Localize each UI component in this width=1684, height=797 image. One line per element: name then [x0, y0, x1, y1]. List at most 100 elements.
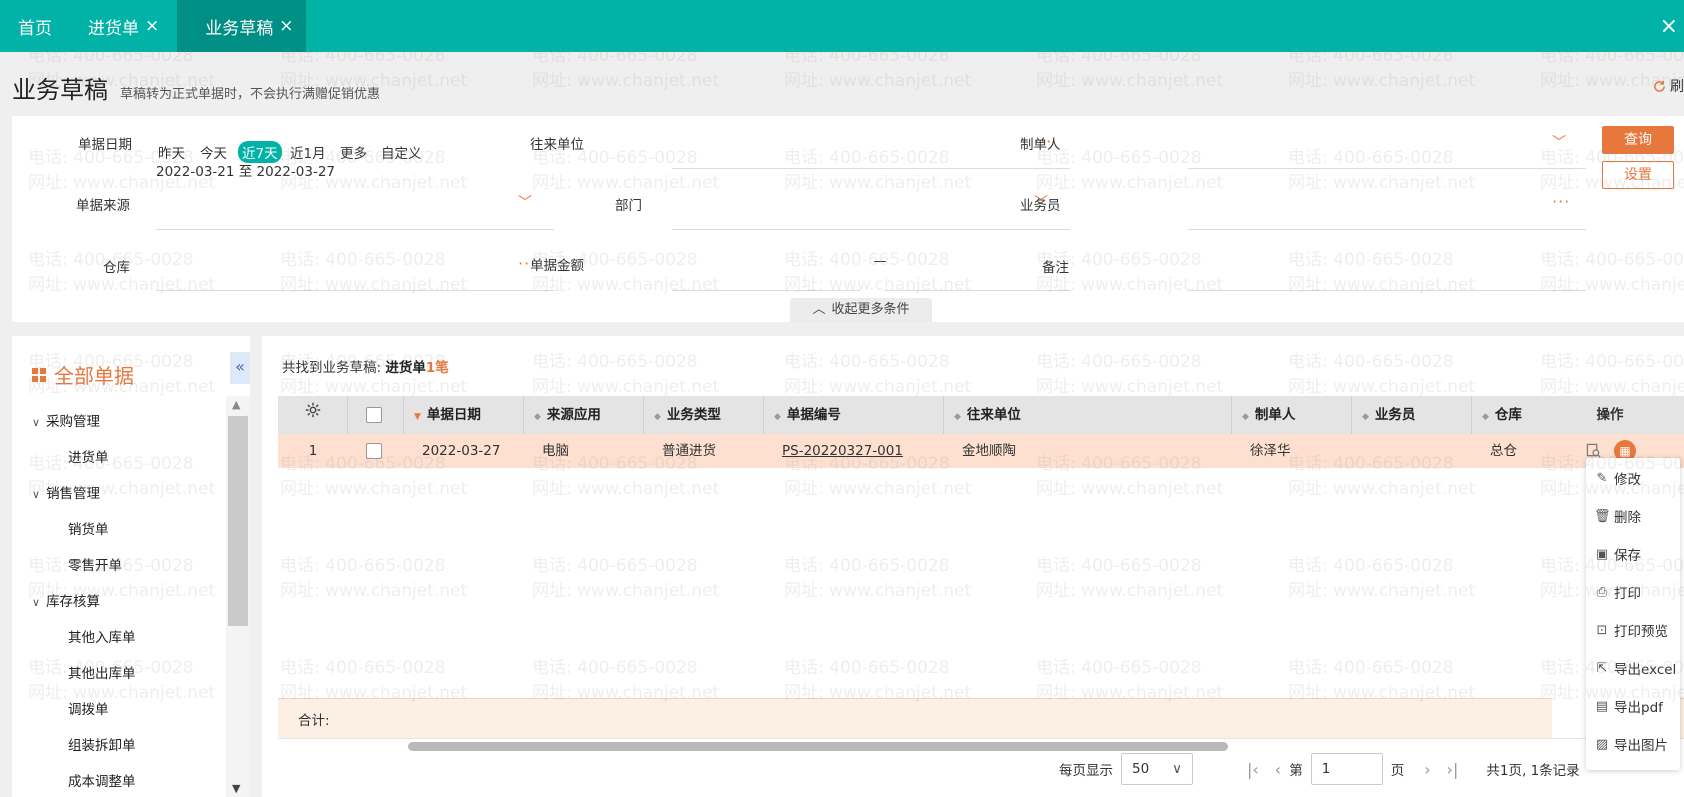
- creator-input[interactable]: [1188, 168, 1586, 169]
- refresh-icon: [1654, 80, 1665, 92]
- tab-business-draft[interactable]: 业务草稿 ×: [177, 0, 306, 52]
- close-all-icon[interactable]: ×: [1660, 14, 1678, 39]
- col-doc-no[interactable]: ◆ 单据编号: [764, 396, 944, 434]
- dept-select[interactable]: [672, 229, 1070, 230]
- row-index: 1: [308, 443, 318, 459]
- sidebar-item-purchase-order[interactable]: 进货单: [68, 446, 109, 466]
- edit-icon: ✎: [1596, 470, 1608, 486]
- chevron-down-icon[interactable]: ﹀: [1552, 132, 1566, 152]
- prev-page-icon[interactable]: ‹: [1275, 760, 1281, 779]
- menu-item-delete[interactable]: 🗑 删除: [1594, 506, 1641, 527]
- scroll-thumb[interactable]: [228, 416, 248, 626]
- source-select[interactable]: [156, 229, 554, 230]
- page-number-input[interactable]: 1: [1310, 753, 1383, 785]
- sidebar-item-other-out[interactable]: 其他出库单: [68, 662, 136, 682]
- salesman-input[interactable]: [1188, 229, 1586, 230]
- refresh-button[interactable]: 刷: [1653, 76, 1684, 96]
- sidebar-title: 全部单据: [32, 360, 134, 389]
- last-page-icon[interactable]: ›|: [1447, 760, 1459, 779]
- menu-item-save[interactable]: ▣ 保存: [1594, 544, 1641, 565]
- col-label: 单据日期: [426, 407, 481, 423]
- partner-input[interactable]: [672, 168, 1070, 169]
- total-row: 合计:: [278, 698, 1684, 738]
- menu-item-export-image[interactable]: ▨ 导出图片: [1594, 734, 1668, 755]
- table-row[interactable]: 1 2022-03-27 电脑 普通进货 PS-20220327-001 金地顺…: [278, 434, 1684, 468]
- amount-min-input[interactable]: [672, 290, 860, 291]
- menu-item-label: 导出excel: [1614, 662, 1677, 678]
- watermark-site: 网址: www.chanjet.net: [532, 71, 720, 91]
- sort-icon: ◆: [654, 412, 661, 422]
- menu-item-export-pdf[interactable]: ▤ 导出pdf: [1594, 696, 1663, 717]
- sidebar-item-retail[interactable]: 零售开单: [68, 554, 122, 574]
- cell-partner: 金地顺陶: [962, 443, 1016, 459]
- sidebar-item-other-in[interactable]: 其他入库单: [68, 626, 136, 646]
- scroll-up-icon[interactable]: ▲: [232, 398, 240, 411]
- sidebar-group-purchase[interactable]: ∨ 采购管理: [32, 410, 100, 430]
- export-excel-icon: ⇱: [1596, 660, 1608, 676]
- cell-biz-type: 普通进货: [662, 443, 716, 459]
- col-partner[interactable]: ◆ 往来单位: [944, 396, 1232, 434]
- sidebar-group-inventory[interactable]: ∨ 库存核算: [32, 590, 100, 610]
- chevron-down-icon: ∨: [32, 596, 41, 609]
- cell-doc-no-link[interactable]: PS-20220327-001: [782, 434, 903, 468]
- tab-purchase-order[interactable]: 进货单 ×: [70, 0, 177, 52]
- menu-item-edit[interactable]: ✎ 修改: [1594, 468, 1641, 489]
- sidebar-group-sales[interactable]: ∨ 销售管理: [32, 482, 100, 502]
- page-title: 业务草稿: [12, 76, 108, 104]
- amount-max-input[interactable]: [884, 290, 1070, 291]
- col-label: 仓库: [1494, 407, 1522, 423]
- sort-icon: ◆: [954, 412, 961, 422]
- scroll-down-icon[interactable]: ▼: [232, 782, 240, 795]
- close-icon[interactable]: ×: [279, 16, 293, 36]
- col-biz-type[interactable]: ◆ 业务类型: [644, 396, 764, 434]
- sidebar-item-assembly[interactable]: 组装拆卸单: [68, 734, 136, 754]
- amount-separator: —: [873, 254, 887, 269]
- collapse-sidebar-button[interactable]: «: [230, 352, 250, 384]
- col-source[interactable]: ◆ 来源应用: [524, 396, 644, 434]
- sidebar-item-sales-order[interactable]: 销货单: [68, 518, 109, 538]
- collapse-conditions-button[interactable]: ︿ 收起更多条件: [790, 298, 932, 322]
- query-button[interactable]: 查询: [1602, 126, 1674, 154]
- sort-icon: ◆: [1362, 412, 1369, 422]
- date-range-value[interactable]: 2022-03-21 至 2022-03-27: [156, 160, 335, 180]
- scroll-thumb[interactable]: [408, 742, 1228, 751]
- remark-input[interactable]: [1188, 290, 1586, 291]
- first-page-icon[interactable]: |‹: [1247, 760, 1259, 779]
- salesman-label: 业务员: [1020, 198, 1061, 214]
- next-page-icon[interactable]: ›: [1424, 760, 1430, 779]
- per-page-select[interactable]: 50 ∨: [1121, 753, 1193, 785]
- col-label: 往来单位: [966, 407, 1021, 423]
- tab-home[interactable]: 首页: [0, 0, 70, 52]
- date-option-today[interactable]: 今天: [200, 142, 227, 162]
- source-label: 单据来源: [76, 198, 130, 214]
- page-header: 业务草稿 草稿转为正式单据时，不会执行满赠促销优惠: [12, 70, 380, 105]
- column-settings-icon[interactable]: [278, 396, 348, 434]
- setting-button[interactable]: 设置: [1602, 161, 1674, 189]
- close-icon[interactable]: ×: [145, 16, 159, 36]
- trash-icon: 🗑: [1594, 508, 1611, 524]
- date-option-more[interactable]: 更多: [340, 142, 367, 162]
- menu-item-print[interactable]: ⎙ 打印: [1594, 582, 1641, 603]
- date-option-custom[interactable]: 自定义: [381, 142, 422, 162]
- warehouse-input[interactable]: [156, 290, 554, 291]
- result-summary: 共找到业务草稿: 进货单1笔: [282, 356, 449, 376]
- sidebar-item-cost-adjust[interactable]: 成本调整单: [68, 770, 136, 790]
- chevron-up-icon: ︿: [812, 302, 826, 317]
- sidebar-scrollbar[interactable]: ▲ ▼: [226, 396, 250, 797]
- select-all-checkbox[interactable]: [348, 396, 404, 434]
- per-page-label: 每页显示: [1059, 763, 1113, 779]
- col-salesman[interactable]: ◆ 业务员: [1352, 396, 1472, 434]
- sidebar-group-label: 库存核算: [46, 594, 101, 610]
- menu-item-print-preview[interactable]: ⊡ 打印预览: [1594, 620, 1668, 641]
- sidebar-item-transfer[interactable]: 调拨单: [68, 698, 109, 718]
- col-date[interactable]: ▼ 单据日期: [404, 396, 524, 434]
- menu-item-export-excel[interactable]: ⇱ 导出excel: [1594, 658, 1677, 679]
- horizontal-scrollbar[interactable]: [278, 738, 1684, 752]
- col-creator[interactable]: ◆ 制单人: [1232, 396, 1352, 434]
- row-checkbox[interactable]: [366, 434, 382, 468]
- date-label: 单据日期: [78, 137, 132, 153]
- date-option-1month[interactable]: 近1月: [290, 142, 326, 162]
- more-dots-icon[interactable]: ···: [1552, 192, 1570, 211]
- filter-panel: 单据日期 昨天 今天 近7天 近1月 更多 自定义 2022-03-21 至 2…: [12, 116, 1684, 322]
- date-option-yesterday[interactable]: 昨天: [158, 142, 185, 162]
